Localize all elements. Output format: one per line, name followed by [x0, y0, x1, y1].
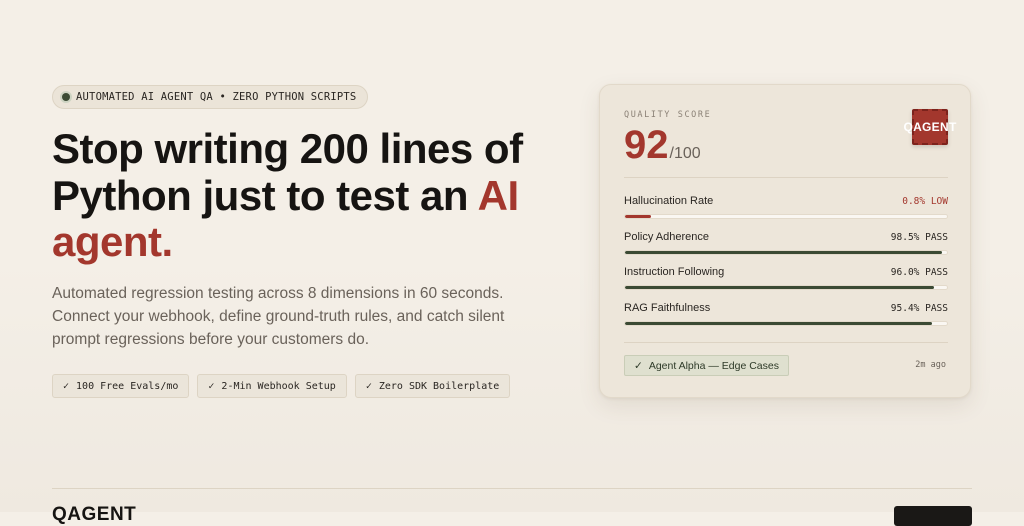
status-dot-icon	[62, 93, 70, 101]
metric-progress-fill	[625, 286, 935, 289]
hero-badge-text: AUTOMATED AI AGENT QA • ZERO PYTHON SCRI…	[76, 91, 357, 103]
feature-chip-label: 100 Free Evals/mo	[76, 380, 179, 392]
quality-score-label: QUALITY SCORE	[624, 110, 712, 120]
agent-run-tag-label: Agent Alpha — Edge Cases	[648, 359, 779, 372]
metric-name: RAG Faithfulness	[624, 302, 711, 314]
footer-logo: QAGENT	[52, 504, 137, 525]
hero-subtitle: Automated regression testing across 8 di…	[52, 285, 505, 348]
metric-rag-faithfulness: RAG Faithfulness 95.4% PASS	[624, 300, 948, 326]
feature-chip-label: 2-Min Webhook Setup	[221, 380, 336, 392]
check-icon: ✓	[365, 380, 372, 392]
metric-progress-track	[624, 285, 948, 290]
metric-name: Hallucination Rate	[624, 195, 714, 207]
metric-progress-track	[624, 250, 948, 255]
metric-instruction-following: Instruction Following 96.0% PASS	[624, 264, 948, 290]
feature-chip: ✓ Zero SDK Boilerplate	[354, 374, 511, 398]
metric-progress-track	[624, 214, 948, 219]
feature-chip: ✓ 2-Min Webhook Setup	[197, 374, 347, 398]
metric-hallucination-rate: Hallucination Rate 0.8% LOW	[624, 193, 948, 219]
metric-name: Policy Adherence	[624, 231, 709, 243]
hero-headline: Stop writing 200 lines of Python just to…	[52, 125, 572, 266]
quality-score-value: 92	[624, 123, 669, 167]
metric-progress-fill	[625, 322, 933, 325]
stamp-text: QAGENT	[903, 120, 957, 134]
headline-main: Stop writing 200 lines of Python just to…	[52, 125, 523, 219]
feature-chip-label: Zero SDK Boilerplate	[378, 380, 500, 392]
metric-progress-fill	[625, 215, 651, 218]
run-timestamp: 2m ago	[915, 360, 946, 370]
metric-policy-adherence: Policy Adherence 98.5% PASS	[624, 229, 948, 255]
check-icon: ✓	[634, 359, 643, 372]
metric-value: 96.0% PASS	[890, 266, 948, 278]
metric-value: 98.5% PASS	[890, 231, 948, 243]
metric-value: 95.4% PASS	[890, 302, 948, 314]
qagent-stamp-logo: QAGENT	[903, 109, 956, 145]
check-icon: ✓	[63, 380, 70, 392]
hero-badge: AUTOMATED AI AGENT QA • ZERO PYTHON SCRI…	[52, 85, 369, 109]
feature-chips: ✓ 100 Free Evals/mo ✓ 2-Min Webhook Setu…	[52, 374, 511, 398]
divider	[624, 177, 948, 178]
feature-chip: ✓ 100 Free Evals/mo	[52, 374, 190, 398]
quality-score: 92 /100	[624, 123, 701, 167]
quality-score-card: QUALITY SCORE 92 /100 QAGENT Hallucinati…	[599, 84, 971, 398]
section-divider	[52, 488, 972, 489]
divider	[624, 342, 948, 343]
metric-value: 0.8% LOW	[902, 195, 948, 207]
metric-progress-fill	[625, 251, 943, 254]
agent-run-tag[interactable]: ✓ Agent Alpha — Edge Cases	[624, 355, 789, 376]
footer-cta-button[interactable]	[894, 506, 972, 526]
metric-progress-track	[624, 321, 948, 326]
quality-score-suffix: /100	[669, 145, 701, 162]
metric-name: Instruction Following	[624, 266, 725, 278]
check-icon: ✓	[208, 380, 215, 392]
